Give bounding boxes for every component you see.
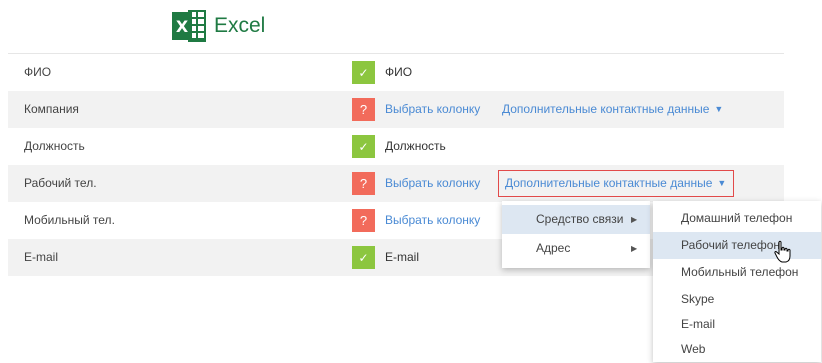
question-icon: ? [352,98,375,121]
submenu-item-skype[interactable]: Skype [653,286,821,313]
question-icon: ? [352,172,375,195]
check-icon: ✓ [352,246,375,269]
excel-logo-icon: X [172,9,208,43]
field-label: Компания [24,102,79,116]
check-icon: ✓ [352,135,375,158]
submenu-item-mobile-phone[interactable]: Мобильный телефон [653,259,821,286]
table-row: Компания ? Выбрать колонку Дополнительны… [8,91,784,128]
excel-title: Excel [214,14,266,37]
submenu-item-work-phone[interactable]: Рабочий телефон [653,232,821,259]
menu-item-address[interactable]: Адрес ▶ [502,234,650,263]
caret-right-icon: ▶ [631,215,638,224]
menu-item-contact-means[interactable]: Средство связи ▶ [502,205,650,234]
field-label: Должность [24,139,85,153]
field-label: Рабочий тел. [24,176,97,190]
extra-contacts-dropdown[interactable]: Дополнительные контактные данные ▼ [502,91,723,128]
choose-column-link[interactable]: Выбрать колонку [385,165,480,202]
mapped-column[interactable]: Должность [385,128,446,165]
field-label: ФИО [24,65,52,79]
caret-down-icon: ▼ [717,178,727,188]
submenu-item-home-phone[interactable]: Домашний телефон [653,205,821,232]
submenu-item-email[interactable]: E-mail [653,311,821,338]
caret-down-icon: ▼ [714,104,724,114]
submenu-item-web[interactable]: Web [653,336,821,363]
mapped-column[interactable]: E-mail [385,239,419,276]
mapped-column[interactable]: ФИО [385,54,412,91]
extra-contacts-dropdown-active[interactable]: Дополнительные контактные данные ▼ [498,170,735,197]
extra-contacts-menu: Средство связи ▶ Адрес ▶ [502,201,650,268]
table-row: ФИО ✓ ФИО [8,54,784,91]
contact-means-submenu: Домашний телефон Рабочий телефон Мобильн… [653,201,821,362]
choose-column-link[interactable]: Выбрать колонку [385,202,480,239]
question-icon: ? [352,209,375,232]
hand-cursor-icon [774,240,791,263]
field-label: E-mail [24,250,59,264]
table-row: Рабочий тел. ? Выбрать колонку Дополните… [8,165,784,202]
caret-right-icon: ▶ [631,244,638,253]
choose-column-link[interactable]: Выбрать колонку [385,91,480,128]
check-icon: ✓ [352,61,375,84]
field-label: Мобильный тел. [24,213,115,227]
excel-header: X Excel [172,8,265,44]
table-row: Должность ✓ Должность [8,128,784,165]
